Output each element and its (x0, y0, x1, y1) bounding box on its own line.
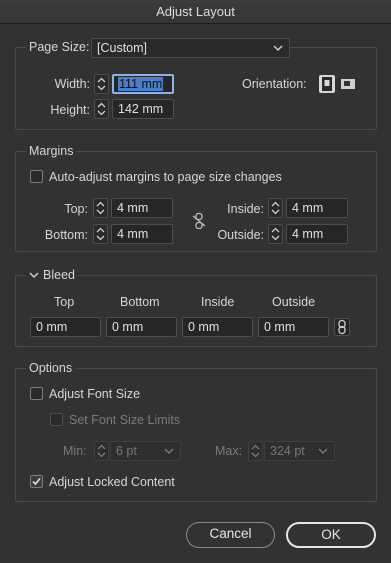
height-stepper[interactable] (94, 99, 109, 119)
stepper-arrows-icon (271, 227, 280, 241)
landscape-orientation-button[interactable] (340, 75, 356, 93)
margins-title: Margins (26, 144, 77, 158)
chevron-down-icon (273, 45, 283, 52)
height-label: Height: (50, 103, 90, 117)
page-size-select[interactable]: [Custom] (91, 38, 290, 58)
adjust-font-size-checkbox[interactable] (30, 387, 43, 400)
auto-adjust-margins-checkbox[interactable] (30, 170, 43, 183)
bleed-inside-value: 0 mm (188, 320, 220, 334)
bottom-margin-stepper[interactable] (93, 224, 108, 244)
inside-margin-value: 4 mm (292, 201, 324, 215)
landscape-icon (341, 79, 355, 89)
bottom-margin-input[interactable]: 4 mm (111, 224, 173, 244)
bleed-disclosure-toggle[interactable]: Bleed (26, 268, 78, 282)
max-label: Max: (215, 444, 243, 458)
width-input[interactable]: 111 mm (112, 74, 174, 94)
height-value: 142 mm (118, 102, 164, 116)
inside-margin-input[interactable]: 4 mm (286, 198, 348, 218)
set-font-size-limits-checkbox[interactable] (50, 413, 63, 426)
chevron-down-icon (29, 272, 39, 279)
stepper-arrows-icon (96, 201, 105, 215)
max-font-size-value: 324 pt (270, 444, 305, 458)
bleed-inside-input[interactable]: 0 mm (182, 317, 253, 337)
portrait-orientation-button[interactable] (319, 75, 335, 93)
set-font-size-limits-label: Set Font Size Limits (69, 413, 181, 427)
stepper-arrows-icon (271, 201, 280, 215)
bleed-top-input[interactable]: 0 mm (30, 317, 101, 337)
bleed-bottom-input[interactable]: 0 mm (106, 317, 177, 337)
max-font-size-select[interactable]: 324 pt (264, 441, 335, 461)
top-margin-stepper[interactable] (93, 198, 108, 218)
min-font-size-value: 6 pt (116, 444, 137, 458)
bleed-outside-value: 0 mm (264, 320, 296, 334)
inside-margin-label: Inside: (227, 202, 264, 216)
options-title: Options (26, 361, 76, 375)
width-value: 111 mm (118, 77, 164, 91)
chain-link-icon (338, 319, 346, 335)
min-label: Min: (63, 444, 87, 458)
adjust-locked-content-checkbox[interactable] (30, 475, 43, 488)
adjust-locked-content-label: Adjust Locked Content (49, 475, 175, 489)
bleed-top-label: Top (54, 295, 75, 309)
top-margin-label: Top: (64, 202, 88, 216)
bleed-top-value: 0 mm (36, 320, 68, 334)
bleed-bottom-value: 0 mm (112, 320, 144, 334)
stepper-arrows-icon (251, 444, 260, 458)
adjust-font-size-label: Adjust Font Size (49, 387, 141, 401)
outside-margin-stepper[interactable] (268, 224, 283, 244)
chevron-down-icon (318, 448, 328, 455)
dialog-title: Adjust Layout (0, 0, 391, 24)
max-stepper[interactable] (248, 441, 263, 461)
inside-margin-stepper[interactable] (268, 198, 283, 218)
bleed-link-button[interactable] (334, 318, 350, 336)
top-margin-value: 4 mm (117, 201, 149, 215)
page-size-value: [Custom] (97, 41, 148, 55)
bottom-margin-value: 4 mm (117, 227, 149, 241)
portrait-icon (322, 77, 332, 91)
stepper-arrows-icon (97, 102, 106, 116)
width-label: Width: (54, 77, 90, 91)
bleed-bottom-label: Bottom (120, 295, 160, 309)
top-margin-input[interactable]: 4 mm (111, 198, 173, 218)
outside-margin-input[interactable]: 4 mm (286, 224, 348, 244)
checkmark-icon (32, 477, 41, 486)
auto-adjust-margins-label: Auto-adjust margins to page size changes (49, 170, 282, 184)
outside-margin-value: 4 mm (292, 227, 324, 241)
cancel-button[interactable]: Cancel (186, 522, 275, 548)
bleed-title: Bleed (43, 268, 75, 282)
height-input[interactable]: 142 mm (112, 99, 174, 119)
stepper-arrows-icon (97, 444, 106, 458)
stepper-arrows-icon (96, 227, 105, 241)
width-stepper[interactable] (94, 74, 109, 94)
bottom-margin-label: Bottom: (44, 228, 88, 242)
outside-margin-label: Outside: (217, 228, 264, 242)
bleed-outside-label: Outside (272, 295, 316, 309)
ok-button[interactable]: OK (286, 522, 376, 548)
bleed-inside-label: Inside (201, 295, 235, 309)
page-size-label: Page Size: (26, 40, 93, 54)
chevron-down-icon (164, 448, 174, 455)
stepper-arrows-icon (97, 77, 106, 91)
min-stepper[interactable] (94, 441, 109, 461)
min-font-size-select[interactable]: 6 pt (110, 441, 181, 461)
orientation-label: Orientation: (242, 77, 307, 91)
bleed-outside-input[interactable]: 0 mm (258, 317, 329, 337)
